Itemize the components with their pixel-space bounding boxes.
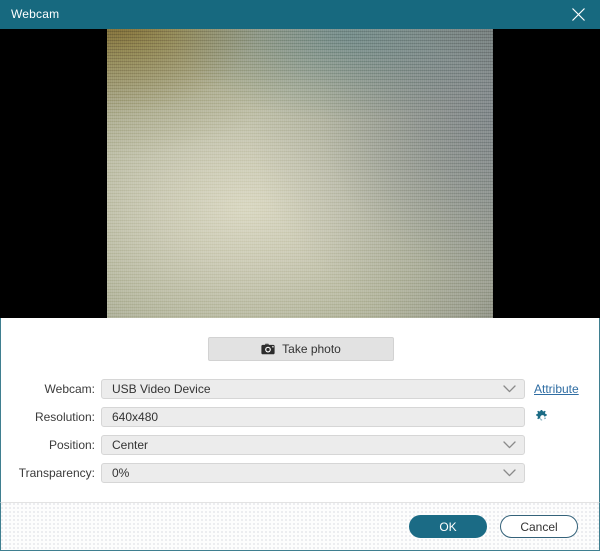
settings-form: Webcam: USB Video Device Attribute Resol…	[1, 375, 600, 487]
dialog-footer: OK Cancel	[0, 502, 600, 551]
gear-icon	[535, 409, 547, 420]
form-row-webcam: Webcam: USB Video Device Attribute	[1, 375, 600, 403]
chevron-down-icon	[503, 441, 516, 449]
take-photo-button[interactable]: Take photo	[208, 337, 394, 361]
form-row-position: Position: Center	[1, 431, 600, 459]
webcam-select-value: USB Video Device	[112, 382, 211, 396]
resolution-label: Resolution:	[34, 410, 95, 424]
webcam-video-frame	[107, 29, 493, 318]
chevron-down-icon	[503, 385, 516, 393]
transparency-select[interactable]: 0%	[101, 463, 525, 483]
close-icon	[571, 8, 585, 21]
resolution-field[interactable]: 640x480	[101, 407, 525, 427]
webcam-select[interactable]: USB Video Device	[101, 379, 525, 399]
position-label: Position:	[48, 438, 95, 452]
resolution-settings-button[interactable]	[534, 409, 550, 425]
close-button[interactable]	[556, 0, 600, 29]
position-select-value: Center	[112, 438, 149, 452]
transparency-label: Transparency:	[18, 466, 95, 480]
webcam-label: Webcam:	[44, 382, 95, 396]
attribute-link[interactable]: Attribute	[534, 382, 579, 396]
window-title: Webcam	[11, 7, 60, 21]
chevron-down-icon	[503, 469, 516, 477]
ok-button[interactable]: OK	[409, 515, 487, 538]
title-bar: Webcam	[0, 0, 600, 29]
position-select[interactable]: Center	[101, 435, 525, 455]
cancel-button[interactable]: Cancel	[500, 515, 578, 538]
resolution-value: 640x480	[112, 410, 159, 424]
take-photo-label: Take photo	[282, 342, 341, 356]
webcam-preview-area	[0, 29, 600, 318]
settings-panel: Take photo Webcam: USB Video Device Attr…	[0, 318, 600, 502]
camera-icon	[261, 343, 275, 355]
webcam-dialog: Webcam Take photo Webcam: USB Video Devi…	[0, 0, 600, 551]
form-row-resolution: Resolution: 640x480	[1, 403, 600, 431]
preview-grain	[107, 29, 493, 318]
title-bar-buttons	[556, 0, 600, 29]
transparency-select-value: 0%	[112, 466, 130, 480]
form-row-transparency: Transparency: 0%	[1, 459, 600, 487]
